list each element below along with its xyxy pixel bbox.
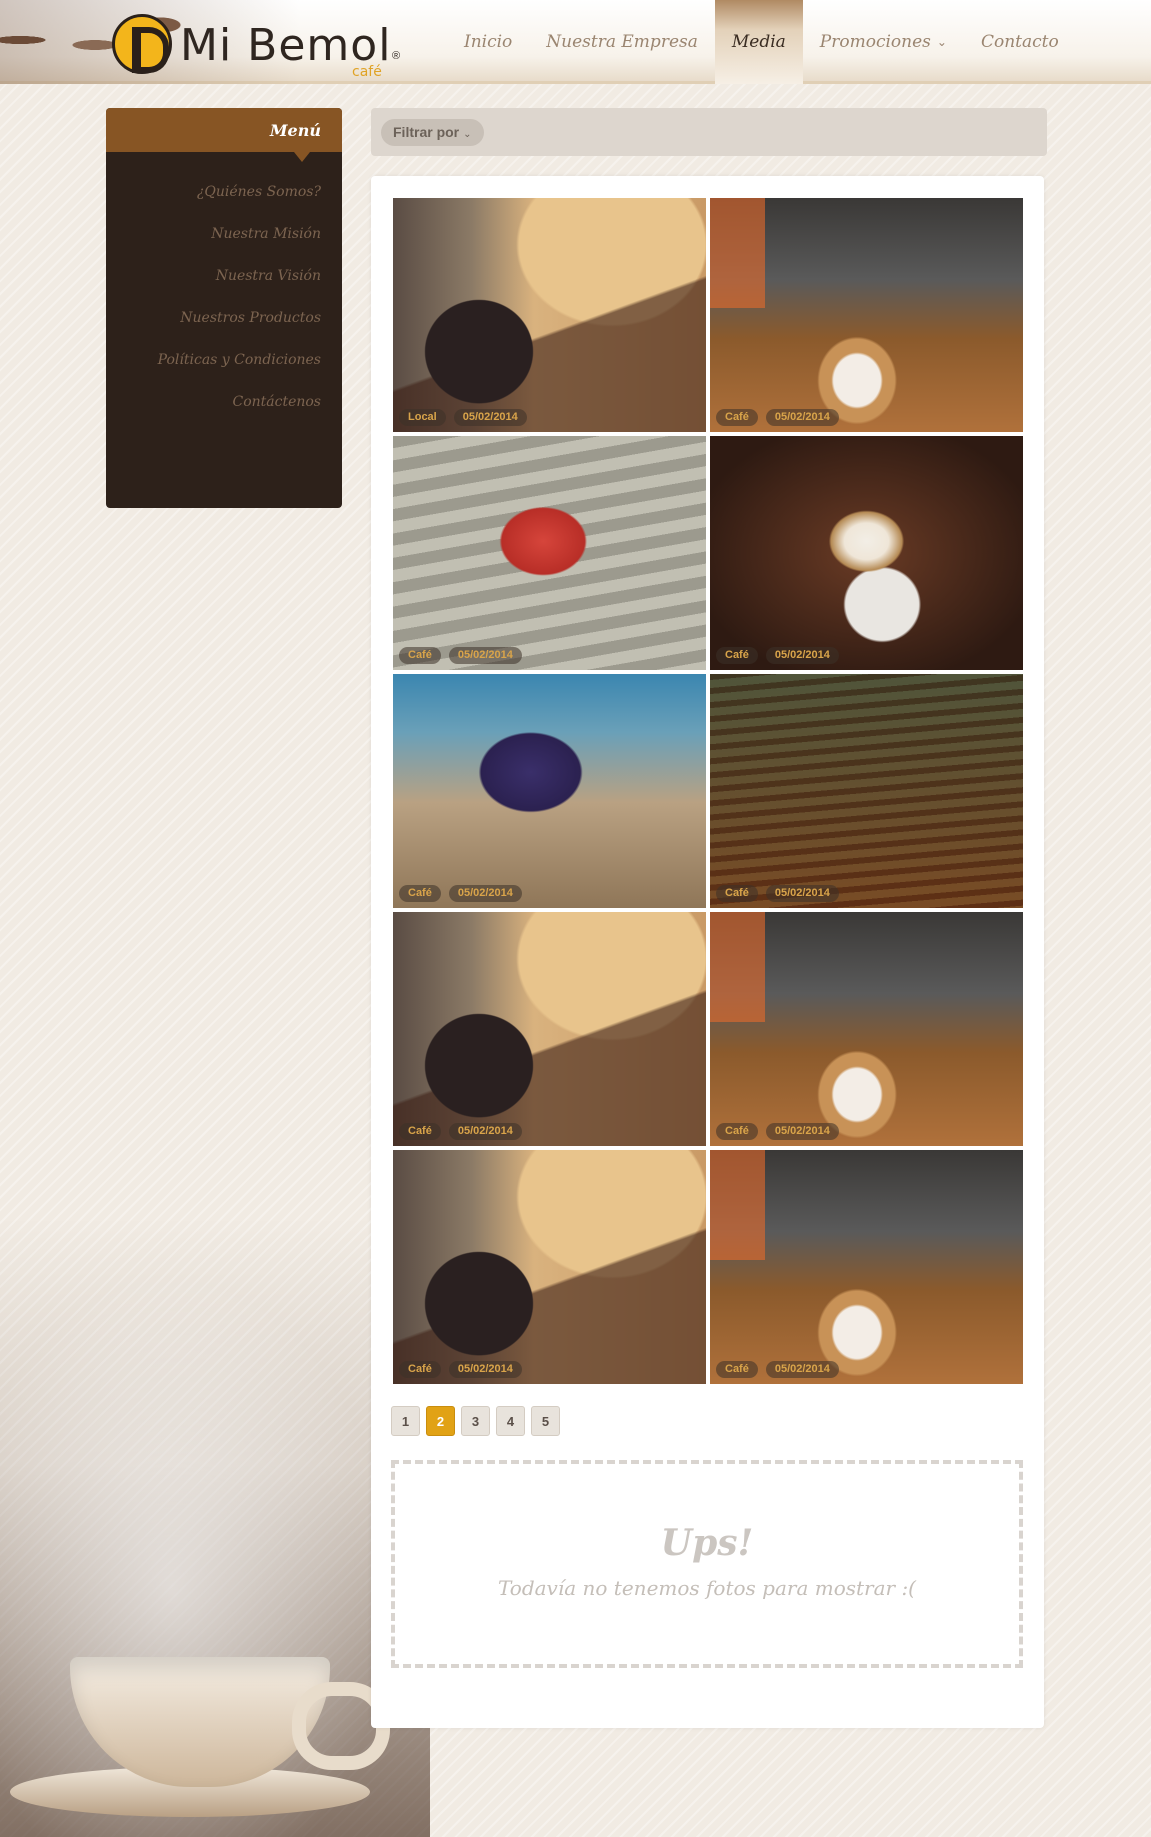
photo-category-badge: Café [399,647,441,664]
nav-item-media[interactable]: Media [714,0,803,84]
photo-card[interactable]: Café 05/02/2014 [393,912,706,1146]
main-nav: Inicio Nuestra Empresa Media Promociones… [447,0,1076,84]
photo-card[interactable]: Café 05/02/2014 [393,1150,706,1384]
photo-card[interactable]: Café 05/02/2014 [710,1150,1023,1384]
pagination: 1 2 3 4 5 [391,1406,560,1436]
photo-date-badge: 05/02/2014 [448,1361,522,1378]
photo-category-badge: Local [399,409,446,426]
nav-item-contacto[interactable]: Contacto [964,0,1076,84]
photo-date-badge: 05/02/2014 [448,647,522,664]
photo-image [393,436,706,670]
logo-mark-icon [112,14,172,74]
chevron-down-icon: ⌄ [936,35,947,49]
nav-item-inicio[interactable]: Inicio [447,0,529,84]
page-button-5[interactable]: 5 [531,1406,560,1436]
nav-item-nuestra-empresa[interactable]: Nuestra Empresa [529,0,715,84]
gallery-panel: Local 05/02/2014 Café 05/02/2014 Café 05/02… [371,176,1044,1728]
photo-date-badge: 05/02/2014 [448,1123,522,1140]
photo-date-badge: 05/02/2014 [765,1361,839,1378]
nav-label: Contacto [980,32,1059,52]
chevron-down-icon: ⌄ [463,129,472,140]
photo-image [393,674,706,908]
photo-card[interactable]: Café 05/02/2014 [393,436,706,670]
photo-category-badge: Café [716,647,758,664]
site-header: Mi Bemol ® café Inicio Nuestra Empresa M… [0,0,1151,84]
page-button-3[interactable]: 3 [461,1406,490,1436]
filter-button[interactable]: Filtrar por ⌄ [381,119,484,146]
photo-card[interactable]: Local 05/02/2014 [393,198,706,432]
sidebar-list: ¿Quiénes Somos? Nuestra Misión Nuestra V… [106,152,342,423]
photo-category-badge: Café [399,1123,441,1140]
sidebar-title: Menú [106,108,342,162]
nav-label: Promociones [819,32,931,52]
photo-card[interactable]: Café 05/02/2014 [710,198,1023,432]
photo-date-badge: 05/02/2014 [765,647,839,664]
photo-image [393,912,706,1146]
photo-category-badge: Café [716,1123,758,1140]
sidebar-item-vision[interactable]: Nuestra Visión [106,255,342,297]
photo-category-badge: Café [716,1361,758,1378]
photo-date-badge: 05/02/2014 [448,885,522,902]
photo-image [710,674,1023,908]
logo-subtitle: café [352,64,382,80]
photo-date-badge: 05/02/2014 [765,885,839,902]
sidebar-item-contactenos[interactable]: Contáctenos [106,381,342,423]
photo-image [393,1150,706,1384]
nav-label: Media [731,32,786,52]
photo-image [710,198,1023,432]
page-button-1[interactable]: 1 [391,1406,420,1436]
photo-category-badge: Café [716,409,758,426]
sidebar-menu: Menú ¿Quiénes Somos? Nuestra Misión Nues… [106,108,342,508]
photo-image [710,1150,1023,1384]
filter-bar: Filtrar por ⌄ [371,108,1047,156]
sidebar-item-quienes-somos[interactable]: ¿Quiénes Somos? [106,171,342,213]
filter-label: Filtrar por [393,124,460,140]
empty-state-title: Ups! [660,1522,754,1564]
photo-image [393,198,706,432]
photo-card[interactable]: Café 05/02/2014 [710,912,1023,1146]
photo-category-badge: Café [716,885,758,902]
photo-category-badge: Café [399,885,441,902]
sidebar-item-mision[interactable]: Nuestra Misión [106,213,342,255]
logo-registered-mark: ® [392,50,401,62]
nav-item-promociones[interactable]: Promociones ⌄ [803,0,964,84]
photo-date-badge: 05/02/2014 [765,409,839,426]
empty-state-message: Todavía no tenemos fotos para mostrar :( [498,1576,916,1600]
page-button-4[interactable]: 4 [496,1406,525,1436]
photo-image [710,436,1023,670]
photo-date-badge: 05/02/2014 [453,409,527,426]
nav-label: Inicio [464,32,513,52]
sidebar-item-productos[interactable]: Nuestros Productos [106,297,342,339]
sidebar-item-politicas[interactable]: Políticas y Condiciones [106,339,342,381]
nav-label: Nuestra Empresa [546,32,698,52]
photo-card[interactable]: Café 05/02/2014 [710,436,1023,670]
photo-card[interactable]: Café 05/02/2014 [710,674,1023,908]
photo-category-badge: Café [399,1361,441,1378]
photo-image [710,912,1023,1146]
photo-card[interactable]: Café 05/02/2014 [393,674,706,908]
empty-state: Ups! Todavía no tenemos fotos para mostr… [391,1460,1023,1668]
page-button-2[interactable]: 2 [426,1406,455,1436]
photo-date-badge: 05/02/2014 [765,1123,839,1140]
